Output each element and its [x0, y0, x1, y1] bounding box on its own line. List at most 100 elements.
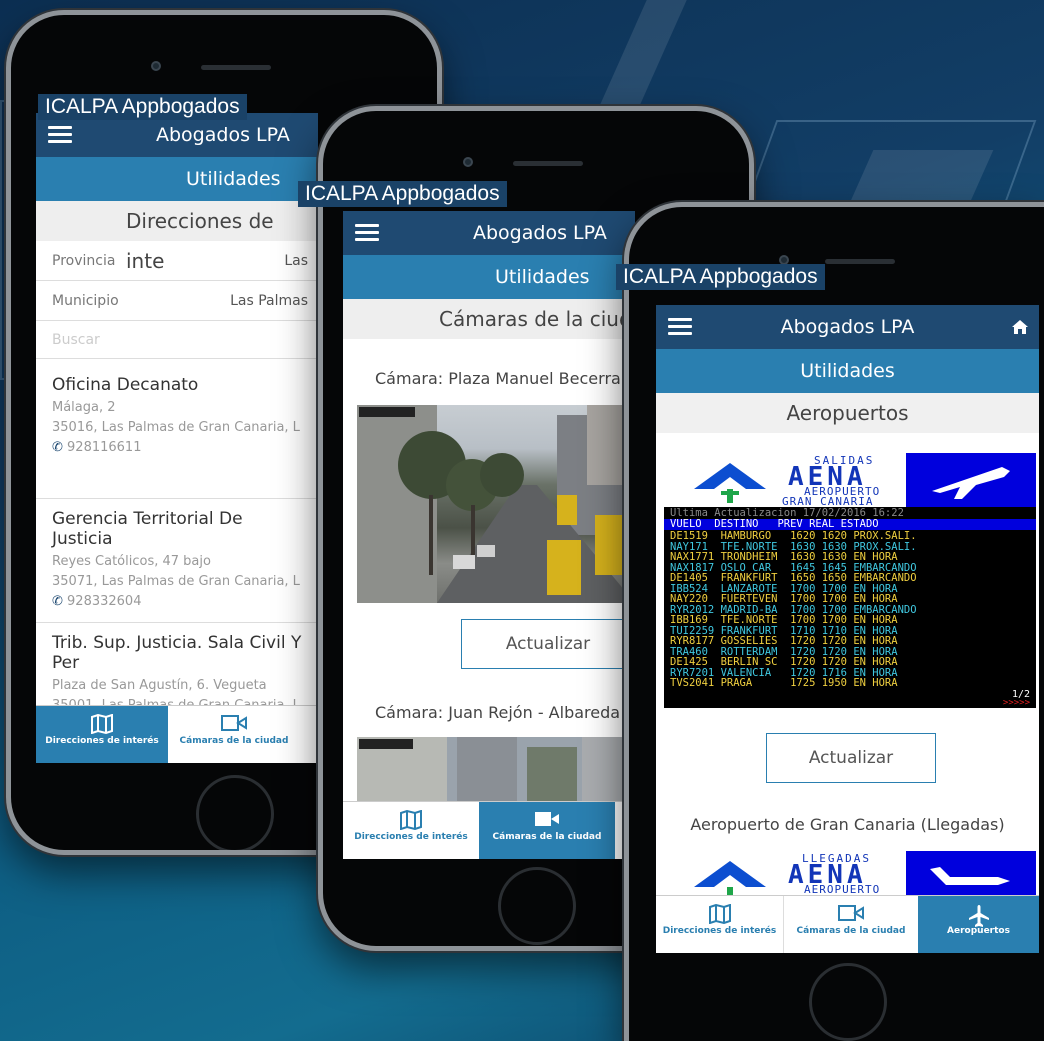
video-camera-icon [168, 706, 300, 736]
background-structure [743, 120, 1037, 210]
map-icon [36, 706, 168, 736]
map-icon [656, 896, 783, 926]
header-title: Abogados LPA [473, 222, 607, 244]
office-phone[interactable]: ✆ 928332604 [52, 594, 302, 609]
tab-label: Direcciones de interés [662, 926, 777, 936]
arrivals-board: LLEGADAS AENA AEROPUERTO [664, 851, 1036, 897]
board-row: DE1405 FRANKFURT 1650 1650 EMBARCANDO [670, 572, 917, 584]
tab-label: Direcciones de interés [354, 832, 468, 842]
header-title: Abogados LPA [780, 316, 915, 338]
office-phone-number: 928332604 [67, 594, 142, 609]
office-name: Gerencia Territorial De Justicia [52, 509, 243, 549]
tab-bar: Direcciones de interés Cámaras de la ciu… [656, 895, 1039, 953]
header-title: Abogados LPA [156, 124, 290, 146]
tab-label: Cámaras de la ciudad [796, 926, 906, 936]
plane-departure-icon [932, 467, 1010, 499]
office-name: Trib. Sup. Justicia. Sala Civil Y Per [52, 633, 302, 673]
board-row: IBB169 TFE.NORTE 1700 1700 EN HORA [670, 614, 898, 626]
section-title: Direcciones de inte [36, 201, 318, 273]
phone-icon: ✆ [52, 594, 68, 609]
tab-direcciones[interactable]: Direcciones de interés [343, 802, 479, 859]
phone-1-screen: Abogados LPA Utilidades Direcciones de i… [36, 113, 318, 763]
section-title: Aeropuertos [656, 393, 1039, 433]
arrivals-title: Aeropuerto de Gran Canaria (Llegadas) [690, 815, 1005, 834]
tab-label: Aeropuertos [947, 926, 1010, 936]
office-city: 35071, Las Palmas de Gran Canaria, L [52, 574, 300, 589]
home-button[interactable] [809, 963, 887, 1041]
app-name-label: ICALPA Appbogados [38, 94, 247, 120]
departures-board: SALIDAS AENA AEROPUERTO GRAN CANARIA Ult… [664, 453, 1036, 708]
video-camera-icon [479, 802, 615, 832]
background-stripe [593, 0, 687, 120]
tab-camaras[interactable]: Cámaras de la ciudad [479, 802, 615, 859]
board-arrows: >>>>> [1002, 698, 1030, 708]
provincia-select[interactable]: Provincia Las [36, 241, 318, 281]
phone-3: Abogados LPA Utilidades Aeropuertos SALI… [624, 202, 1044, 1041]
board-row: TVS2041 PRAGA 1725 1950 EN HORA [670, 677, 898, 689]
search-input[interactable]: Buscar [36, 321, 318, 359]
aena-logo-icon [694, 857, 766, 897]
airplane-icon [918, 896, 1039, 927]
tab-direcciones[interactable]: Direcciones de interés [656, 896, 784, 953]
app-header: Abogados LPA [343, 211, 635, 255]
plane-panel [906, 851, 1036, 897]
board-row: NAX1771 TRONDHEIM 1630 1630 EN HORA [670, 551, 898, 563]
camera-1-image [357, 405, 635, 603]
list-item[interactable]: Gerencia Territorial De Justicia Reyes C… [36, 509, 318, 623]
phone-icon: ✆ [52, 440, 68, 455]
provincia-value: Las [284, 253, 308, 269]
phone-3-screen: Abogados LPA Utilidades Aeropuertos SALI… [656, 305, 1039, 953]
municipio-label: Municipio [52, 293, 119, 309]
front-camera [463, 157, 473, 167]
camera-2-image [357, 737, 635, 801]
aena-banner: SALIDAS AENA AEROPUERTO GRAN CANARIA [664, 453, 1036, 508]
speaker [201, 65, 271, 70]
app-name-label: ICALPA Appbogados [616, 264, 825, 290]
tab-camaras[interactable]: Cámaras de la ciudad [168, 706, 300, 763]
utilities-bar[interactable]: Utilidades [343, 255, 635, 299]
camera-1-title: Cámara: Plaza Manuel Becerra [375, 369, 621, 388]
list-item[interactable]: Trib. Sup. Justicia. Sala Civil Y Per Pl… [36, 633, 318, 713]
office-phone-number: 928116611 [67, 440, 142, 455]
update-button[interactable]: Actualizar [461, 619, 635, 669]
municipio-select[interactable]: Municipio Las Palmas [36, 281, 318, 321]
app-name-label: ICALPA Appbogados [298, 181, 507, 207]
camera-2-title: Cámara: Juan Rejón - Albareda [375, 703, 621, 722]
street-scene [357, 737, 635, 801]
tab-aeropuertos[interactable]: Aeropuertos [918, 896, 1039, 953]
aena-logo-icon [694, 459, 766, 507]
provincia-label: Provincia [52, 253, 116, 269]
video-camera-icon [784, 896, 918, 926]
tab-label: Cámaras de la ciudad [179, 736, 289, 746]
municipio-value: Las Palmas [230, 293, 308, 309]
board-row: DE1425 BERLIN SC 1720 1720 EN HORA [670, 656, 898, 668]
office-phone[interactable]: ✆ 928116611 [52, 440, 302, 455]
tab-label: Direcciones de interés [45, 736, 159, 746]
tab-camaras[interactable]: Cámaras de la ciudad [784, 896, 918, 953]
utilities-bar[interactable]: Utilidades [36, 157, 318, 201]
utilities-bar[interactable]: Utilidades [656, 349, 1039, 393]
tab-label: Cámaras de la ciudad [492, 832, 602, 842]
phone-2-screen: Abogados LPA Utilidades Cámaras de la ci… [343, 211, 635, 859]
office-address: Reyes Católicos, 47 bajo [52, 554, 211, 569]
board-rows: DE1519 HAMBURGO 1620 1620 PROX.SALI. NAY1… [670, 531, 1036, 689]
section-title: Cámaras de la ciud [343, 299, 635, 339]
board-row: NAY220 FUERTEVEN 1700 1700 EN HORA [670, 593, 898, 605]
speaker [513, 161, 583, 166]
home-button[interactable] [498, 867, 576, 945]
list-item[interactable]: Oficina Decanato Málaga, 2 35016, Las Pa… [36, 375, 318, 499]
board-row: RYR8177 GOSSELIES 1720 1720 EN HORA [670, 635, 898, 647]
street-scene [357, 405, 635, 603]
board-headers: VUELO DESTINO PREV REAL ESTADO [664, 519, 1036, 530]
plane-arrival-icon [930, 867, 1010, 885]
tab-direcciones[interactable]: Direcciones de interés [36, 706, 168, 763]
office-name: Oficina Decanato [52, 375, 199, 395]
front-camera [151, 61, 161, 71]
search-placeholder: Buscar [52, 332, 100, 348]
office-address: Plaza de San Agustín, 6. Vegueta [52, 678, 267, 693]
map-icon [343, 802, 479, 832]
home-icon[interactable] [1011, 319, 1029, 335]
home-button[interactable] [196, 775, 274, 850]
office-city: 35016, Las Palmas de Gran Canaria, L [52, 420, 300, 435]
update-button[interactable]: Actualizar [766, 733, 936, 783]
